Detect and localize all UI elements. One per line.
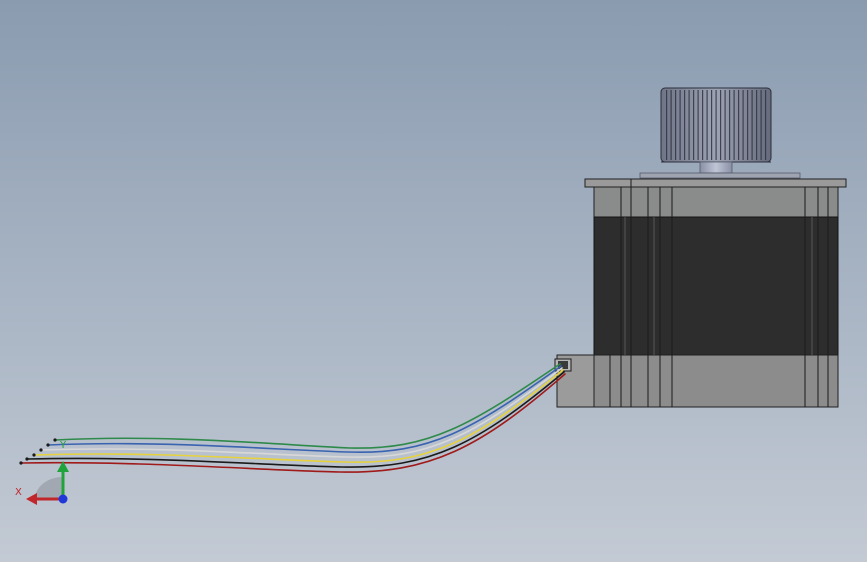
x-axis-label: X (15, 487, 22, 498)
model-graphics[interactable] (0, 0, 867, 562)
wire-bundle[interactable] (19, 363, 566, 473)
triad-plane-icon (35, 477, 63, 499)
coordinate-triad (26, 461, 69, 505)
motor-shaft[interactable] (639, 161, 801, 179)
z-axis-dot-icon (58, 494, 68, 504)
motor-body[interactable] (556, 178, 847, 408)
y-axis-label: Y (60, 440, 67, 451)
cad-viewport[interactable]: X Y (0, 0, 867, 562)
gear-pulley[interactable] (660, 87, 772, 163)
